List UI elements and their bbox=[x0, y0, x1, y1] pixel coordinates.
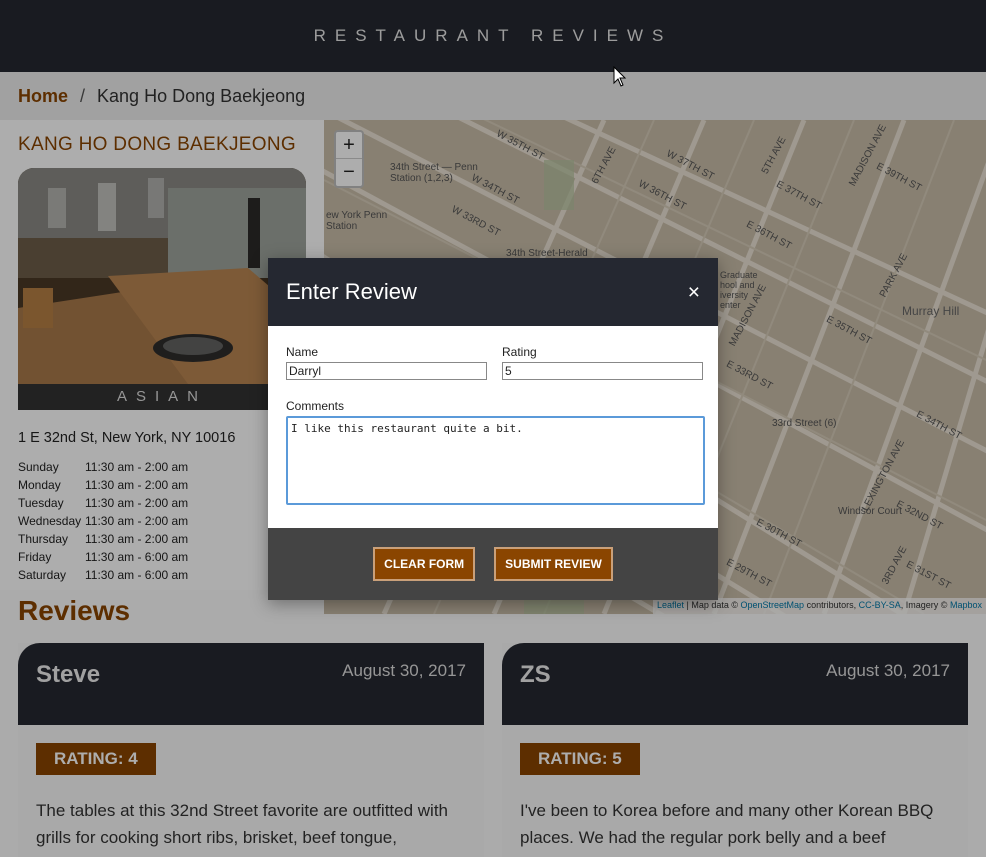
modal-footer: CLEAR FORM SUBMIT REVIEW bbox=[268, 528, 718, 600]
review-modal: Enter Review × Name Rating Comments I li… bbox=[268, 258, 718, 600]
mouse-cursor-icon bbox=[613, 65, 627, 93]
comments-textarea[interactable]: I like this restaurant quite a bit. bbox=[286, 416, 705, 505]
clear-form-button[interactable]: CLEAR FORM bbox=[373, 547, 476, 581]
modal-title: Enter Review bbox=[286, 279, 417, 304]
close-icon[interactable]: × bbox=[688, 281, 700, 305]
modal-header: Enter Review × bbox=[268, 258, 718, 326]
submit-review-button[interactable]: SUBMIT REVIEW bbox=[494, 547, 613, 581]
comments-label: Comments bbox=[286, 399, 345, 413]
rating-input[interactable] bbox=[502, 362, 703, 380]
name-input[interactable] bbox=[286, 362, 487, 380]
name-label: Name bbox=[286, 345, 319, 359]
rating-label: Rating bbox=[502, 345, 537, 359]
